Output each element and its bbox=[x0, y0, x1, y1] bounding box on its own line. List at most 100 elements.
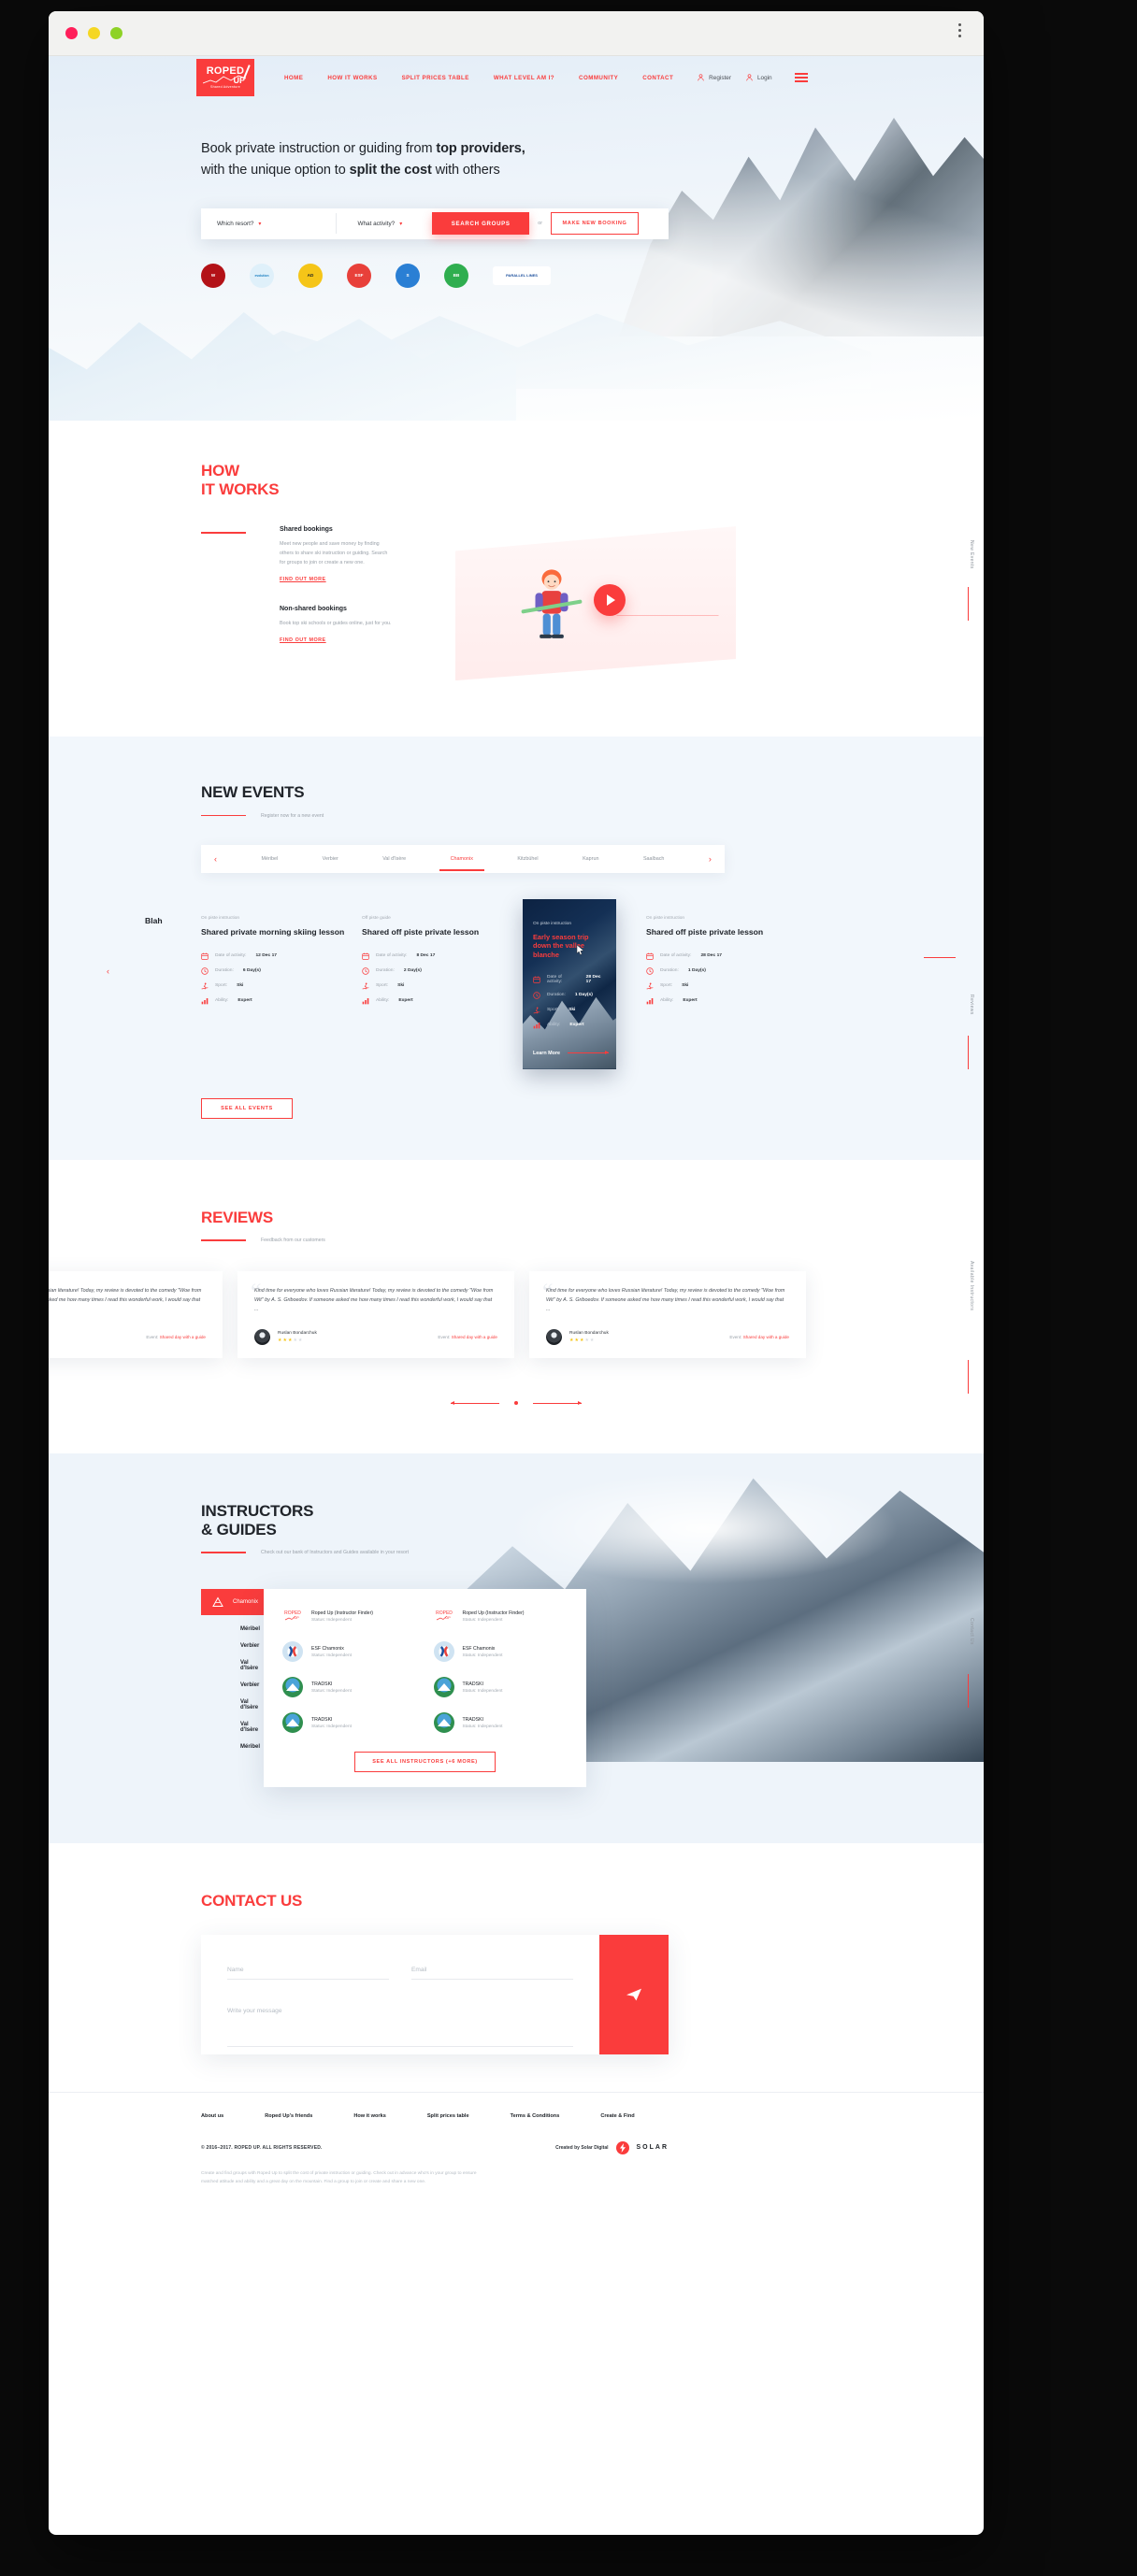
events-carousel-prev[interactable]: ‹ bbox=[107, 966, 109, 976]
instructor-row[interactable]: TRADSKI Status: Independent bbox=[433, 1712, 568, 1734]
review-event-value[interactable]: Shared day with a guide bbox=[743, 1335, 789, 1339]
nav-item-what-level-am-i[interactable]: WHAT LEVEL AM I? bbox=[494, 75, 554, 81]
search-groups-button[interactable]: SEARCH GROUPS bbox=[432, 212, 530, 236]
reviews-header: REVIEWS Feedback from our customers bbox=[49, 1209, 984, 1243]
brand-logo-esf[interactable]: ESF bbox=[347, 263, 371, 288]
site-logo[interactable]: ROPED UP Shared Adventure bbox=[196, 59, 254, 96]
learn-more-link[interactable]: Learn More bbox=[533, 1050, 610, 1056]
activity-select[interactable]: What activity? ▾ bbox=[357, 221, 402, 227]
resort-item[interactable]: Méribel bbox=[201, 1615, 260, 1632]
event-ability-value: Expert bbox=[398, 998, 413, 1004]
event-card-edge-left[interactable]: Blah bbox=[145, 916, 163, 925]
find-out-more-link-non-shared[interactable]: FIND OUT MORE bbox=[280, 637, 326, 643]
brand-logo-evolution[interactable]: evolution bbox=[250, 263, 274, 288]
resort-item[interactable]: Méribel bbox=[201, 1733, 260, 1750]
send-message-button[interactable] bbox=[599, 1934, 669, 2054]
svg-text:UP: UP bbox=[294, 1615, 299, 1620]
see-all-instructors-button[interactable]: SEE ALL INSTRUCTORS (+6 MORE) bbox=[354, 1752, 496, 1773]
review-event-label: Event: bbox=[146, 1335, 159, 1340]
reviews-carousel-dot[interactable] bbox=[514, 1401, 518, 1406]
review-card[interactable]: “ Kind time for everyone who loves Russi… bbox=[49, 1271, 223, 1359]
email-input[interactable]: Email bbox=[411, 1967, 573, 1980]
event-ability-row: Ability: Expert bbox=[533, 1022, 606, 1029]
resort-tab-kaprun[interactable]: Kaprun bbox=[583, 856, 598, 862]
brand-label: PARALLEL LINES bbox=[506, 273, 538, 279]
message-textarea[interactable]: Write your message bbox=[227, 2008, 573, 2047]
login-button[interactable]: Login bbox=[746, 74, 772, 81]
hamburger-menu-icon[interactable] bbox=[794, 73, 808, 82]
resort-tab-meribel[interactable]: Méribel bbox=[261, 856, 278, 862]
name-input[interactable]: Name bbox=[227, 1967, 389, 1980]
chevron-right-icon[interactable]: › bbox=[709, 854, 712, 864]
review-event-value[interactable]: Shared day with a guide bbox=[452, 1335, 497, 1339]
brand-logo-w[interactable]: W bbox=[201, 263, 225, 288]
event-ability-label: Ability: bbox=[376, 998, 390, 1004]
review-card[interactable]: “ Kind time for everyone who loves Russi… bbox=[529, 1271, 806, 1359]
minimize-window-button[interactable] bbox=[88, 27, 100, 39]
resort-item[interactable]: Verbier bbox=[201, 1632, 259, 1649]
event-card[interactable]: On piste instruction Shared off piste pr… bbox=[646, 899, 807, 1005]
resort-tab-saalbach[interactable]: Saalbach bbox=[643, 856, 664, 862]
brand-logo-bb[interactable]: BB bbox=[444, 263, 468, 288]
reviews-prev-arrow[interactable] bbox=[451, 1400, 499, 1405]
nav-item-contact[interactable]: CONTACT bbox=[642, 75, 673, 81]
instructor-row[interactable]: ESF Chamonix Status: Independent bbox=[433, 1641, 568, 1663]
event-card[interactable]: On piste instruction Shared private morn… bbox=[201, 899, 362, 1005]
register-button[interactable]: Register bbox=[698, 74, 731, 81]
resort-item[interactable]: Val d'Isère bbox=[201, 1649, 258, 1671]
events-carousel-next-arrow[interactable] bbox=[924, 957, 956, 959]
brand-logo-ad[interactable]: AD bbox=[298, 263, 323, 288]
footer-link-about-us[interactable]: About us bbox=[201, 2113, 223, 2119]
kebab-menu-icon[interactable] bbox=[958, 23, 961, 37]
instructor-row[interactable]: ROPED UP Roped Up (Instructor Finder) Sta… bbox=[282, 1606, 417, 1627]
instructor-row[interactable]: TRADSKI Status: Independent bbox=[433, 1677, 568, 1698]
event-title: Shared off piste private lesson bbox=[646, 926, 764, 937]
resort-tab-chamonix[interactable]: Chamonix bbox=[439, 856, 485, 871]
solar-brand-name: SOLAR bbox=[636, 2144, 669, 2152]
event-category: Off piste guide bbox=[362, 915, 391, 921]
play-button-icon[interactable] bbox=[594, 584, 626, 617]
find-out-more-link-shared[interactable]: FIND OUT MORE bbox=[280, 577, 326, 582]
maximize-window-button[interactable] bbox=[110, 27, 122, 39]
footer-credit[interactable]: Created by Solar Digital SOLAR bbox=[555, 2140, 669, 2154]
close-window-button[interactable] bbox=[65, 27, 78, 39]
instructor-row[interactable]: TRADSKI Status: Independent bbox=[282, 1712, 417, 1734]
reviews-next-arrow[interactable] bbox=[533, 1400, 582, 1405]
instructor-row[interactable]: ROPED UP Roped Up (Instructor Finder) Sta… bbox=[433, 1606, 568, 1627]
window-controls[interactable] bbox=[65, 27, 122, 39]
side-tab-available-instructors[interactable]: Available Instructors bbox=[969, 1261, 974, 1310]
review-card[interactable]: “ Kind time for everyone who loves Russi… bbox=[237, 1271, 514, 1359]
event-card-featured[interactable]: On piste instruction Early season trip d… bbox=[523, 898, 616, 1069]
resort-tab-verbier[interactable]: Verbier bbox=[323, 856, 338, 862]
event-ability-row: Ability: Expert bbox=[646, 997, 807, 1005]
chevron-left-icon[interactable]: ‹ bbox=[214, 854, 217, 864]
side-tab-new-events[interactable]: New Events bbox=[969, 540, 974, 569]
make-new-booking-button[interactable]: MAKE NEW BOOKING bbox=[551, 212, 640, 236]
brand-logo-parallel-lines[interactable]: PARALLEL LINES bbox=[493, 265, 551, 285]
resort-select[interactable]: Which resort? ▾ bbox=[217, 221, 261, 227]
resort-item[interactable]: Val d'Isère bbox=[201, 1688, 258, 1710]
brand-logo-s[interactable]: S bbox=[396, 263, 420, 288]
footer-link-roped-ups-friends[interactable]: Roped Up's friends bbox=[265, 2113, 312, 2119]
resort-item[interactable]: Verbier bbox=[201, 1671, 259, 1688]
see-all-events-button[interactable]: SEE ALL EVENTS bbox=[201, 1097, 293, 1119]
footer-link-terms-conditions[interactable]: Terms & Conditions bbox=[511, 2113, 560, 2119]
instructor-row[interactable]: ESF Chamonix Status: Independent bbox=[282, 1641, 417, 1663]
nav-item-home[interactable]: HOME bbox=[284, 75, 303, 81]
footer-link-how-it-works[interactable]: How it works bbox=[353, 2113, 386, 2119]
footer-link-split-prices-table[interactable]: Split prices table bbox=[427, 2113, 469, 2119]
resort-tab-val-disere[interactable]: Val d'Isère bbox=[382, 856, 406, 862]
instructor-row[interactable]: TRADSKI Status: Independent bbox=[282, 1677, 417, 1698]
event-date-row: Date of activity: 28 Dec 17 bbox=[533, 975, 606, 984]
event-card[interactable]: Off piste guide Shared off piste private… bbox=[362, 899, 523, 1005]
resort-tab-kitzbuhel[interactable]: Kitzbühel bbox=[517, 856, 538, 862]
event-sport-value: Ski bbox=[682, 983, 689, 989]
footer-link-create-find[interactable]: Create & Find bbox=[600, 2113, 634, 2119]
learn-more-label: Learn More bbox=[533, 1050, 561, 1056]
nav-item-community[interactable]: COMMUNITY bbox=[579, 75, 618, 81]
nav-item-how-it-works[interactable]: HOW IT WORKS bbox=[327, 75, 377, 81]
review-event-value[interactable]: Shared day with a guide bbox=[160, 1335, 206, 1339]
resort-item[interactable]: Val d'Isère bbox=[201, 1710, 258, 1733]
side-tab-reviews[interactable]: Reviews bbox=[969, 995, 974, 1015]
nav-item-split-prices-table[interactable]: SPLIT PRICES TABLE bbox=[402, 75, 469, 81]
